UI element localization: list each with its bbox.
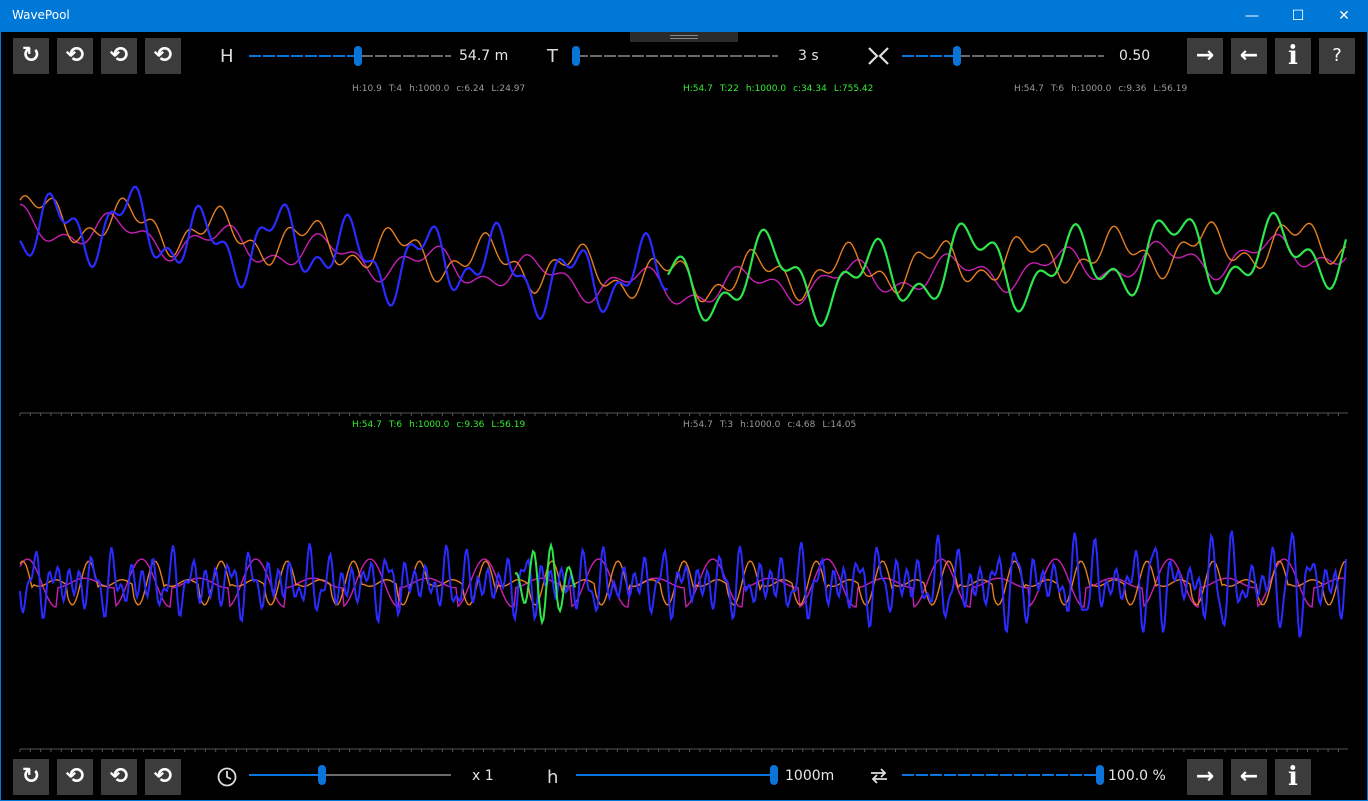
info-celerity: c:34.34 [793, 84, 827, 94]
height-slider[interactable] [249, 46, 451, 66]
reset-button[interactable]: ↻ [13, 38, 49, 74]
info-period: T:3 [719, 420, 734, 430]
wave-series-magenta [19, 203, 1347, 306]
bottom-refresh-button-3[interactable]: ⟲ [145, 759, 181, 795]
arrow-right-icon: → [1195, 764, 1215, 789]
period-value: 3 s [798, 48, 819, 64]
period-label: T [547, 46, 558, 67]
info-celerity: c:4.68 [787, 420, 816, 430]
arrow-left-icon: ← [1239, 764, 1259, 789]
refresh-icon: ⟲ [153, 764, 173, 789]
info-height: H:54.7 [683, 420, 713, 430]
speed-value: x 1 [472, 768, 494, 784]
loop-slider-thumb[interactable] [1096, 765, 1104, 785]
arrow-left-icon: ← [1239, 43, 1259, 68]
info-height: H:54.7 [1014, 84, 1044, 94]
wave-info-5: H:54.7 T:3 h:1000.0 c:4.68 L:14.05 [683, 420, 863, 430]
depth-slider-thumb[interactable] [770, 765, 778, 785]
ratio-value: 0.50 [1119, 48, 1151, 64]
info-celerity: c:9.36 [1118, 84, 1147, 94]
info-period: T:4 [388, 84, 403, 94]
refresh-button-3[interactable]: ⟲ [145, 38, 181, 74]
ratio-slider[interactable] [902, 46, 1104, 66]
info-length: L:755.42 [833, 84, 874, 94]
info-period: T:6 [388, 420, 403, 430]
info-height: H:54.7 [683, 84, 713, 94]
height-label: H [220, 46, 234, 67]
speed-slider[interactable] [249, 765, 451, 785]
period-slider-thumb[interactable] [572, 46, 580, 66]
loop-value: 100.0 % [1108, 768, 1166, 784]
bottom-refresh-button-2[interactable]: ⟲ [101, 759, 137, 795]
refresh-icon: ⟲ [65, 764, 85, 789]
refresh-button-2[interactable]: ⟲ [101, 38, 137, 74]
speed-slider-thumb[interactable] [317, 765, 326, 785]
period-slider[interactable] [572, 46, 778, 66]
wave-info-4: H:54.7 T:6 h:1000.0 c:9.36 L:56.19 [352, 420, 532, 430]
previous-button[interactable]: ← [1231, 38, 1267, 74]
minimize-button[interactable]: — [1229, 0, 1275, 32]
height-slider-thumb[interactable] [354, 46, 363, 66]
refresh-icon: ⟲ [109, 764, 129, 789]
info-depth: h:1000.0 [1071, 84, 1112, 94]
reset-icon: ↻ [21, 764, 41, 789]
info-depth: h:1000.0 [740, 420, 781, 430]
info-celerity: c:9.36 [456, 420, 485, 430]
depth-label: h [547, 767, 559, 788]
app-title: WavePool [12, 8, 70, 22]
loop-slider[interactable] [902, 765, 1104, 785]
next-button[interactable]: → [1187, 38, 1223, 74]
help-button[interactable]: ? [1319, 38, 1355, 74]
maximize-button[interactable]: ☐ [1275, 0, 1321, 32]
bottom-previous-button[interactable]: ← [1231, 759, 1267, 795]
top-wave-axis [19, 412, 1348, 416]
info-length: L:24.97 [491, 84, 526, 94]
drag-handle[interactable] [630, 32, 738, 42]
info-depth: h:1000.0 [745, 84, 787, 94]
wave-info-2: H:54.7 T:22 h:1000.0 c:34.34 L:755.42 [683, 84, 880, 94]
bottom-next-button[interactable]: → [1187, 759, 1223, 795]
info-celerity: c:6.24 [456, 84, 485, 94]
depth-slider[interactable] [576, 765, 778, 785]
refresh-icon: ⟲ [153, 43, 173, 68]
info-length: L:56.19 [491, 420, 526, 430]
info-button[interactable]: i [1275, 38, 1311, 74]
bottom-refresh-button-1[interactable]: ⟲ [57, 759, 93, 795]
ratio-slider-thumb[interactable] [952, 46, 961, 66]
info-icon: i [1288, 762, 1298, 792]
close-button[interactable]: ✕ [1321, 0, 1367, 32]
refresh-icon: ⟲ [65, 43, 85, 68]
wave-info-1: H:10.9 T:4 h:1000.0 c:6.24 L:24.97 [352, 84, 532, 94]
height-value: 54.7 m [459, 48, 509, 64]
clock-icon [217, 767, 237, 787]
info-depth: h:1000.0 [409, 420, 450, 430]
info-length: L:56.19 [1153, 84, 1188, 94]
info-period: T:22 [719, 84, 739, 94]
wave-info-3: H:54.7 T:6 h:1000.0 c:9.36 L:56.19 [1014, 84, 1194, 94]
refresh-button-1[interactable]: ⟲ [57, 38, 93, 74]
bottom-info-button[interactable]: i [1275, 759, 1311, 795]
info-period: T:6 [1050, 84, 1065, 94]
title-bar: WavePool — ☐ ✕ [0, 0, 1368, 32]
info-height: H:54.7 [352, 420, 382, 430]
bottom-reset-button[interactable]: ↻ [13, 759, 49, 795]
arrow-right-icon: → [1195, 43, 1215, 68]
depth-value: 1000m [785, 768, 835, 784]
top-wave-canvas[interactable] [0, 100, 1368, 420]
wave-series-blue [19, 530, 1347, 638]
info-height: H:10.9 [352, 84, 382, 94]
reset-icon: ↻ [21, 43, 41, 68]
refresh-icon: ⟲ [109, 43, 129, 68]
wave-series-green [667, 211, 1348, 327]
merge-arrows-icon [868, 47, 889, 65]
bottom-wave-axis [19, 748, 1348, 752]
info-length: L:14.05 [822, 420, 857, 430]
loop-icon [871, 768, 887, 784]
info-icon: i [1288, 41, 1298, 71]
bottom-wave-canvas[interactable] [0, 440, 1368, 756]
help-icon: ? [1332, 45, 1342, 66]
info-depth: h:1000.0 [409, 84, 450, 94]
